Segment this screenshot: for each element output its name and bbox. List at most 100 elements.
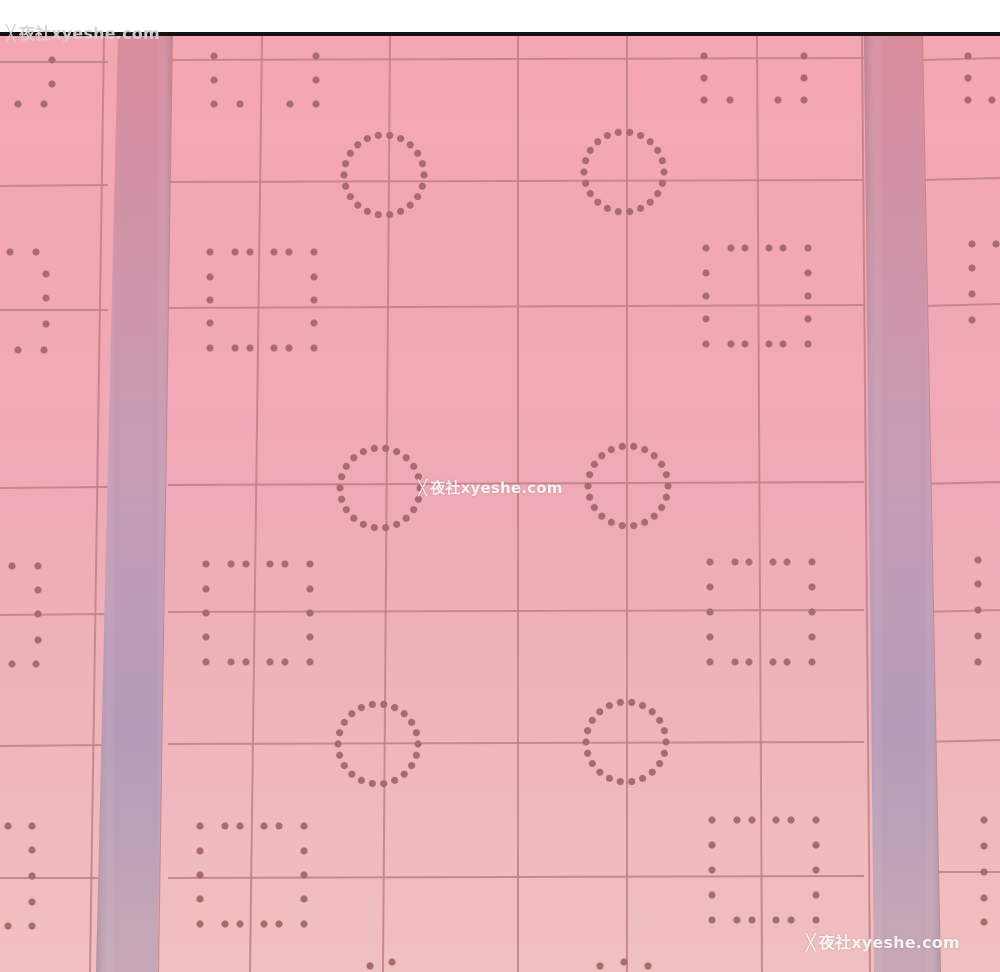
ornament-dot — [586, 471, 594, 479]
ornament-dot — [281, 560, 289, 568]
ornament-dot — [406, 201, 414, 209]
ornament-dot — [40, 100, 48, 108]
ornament-dot — [246, 344, 254, 352]
ornament-dot — [48, 56, 56, 64]
ornament-dot — [968, 316, 976, 324]
ornament-dot — [588, 716, 596, 724]
ornament-dot — [28, 872, 36, 880]
ornament-dot — [391, 704, 399, 712]
ornament-dot — [386, 131, 394, 140]
ornament-dot — [594, 138, 602, 146]
ornament-dot — [340, 171, 348, 179]
ornament-dot — [654, 190, 662, 198]
ornament-dot — [242, 658, 250, 666]
ornament-dot — [630, 521, 638, 530]
ornament-dot — [582, 157, 590, 165]
ornament-dot — [812, 916, 820, 924]
ornament-dot — [700, 52, 708, 60]
ornament-dot — [196, 895, 204, 903]
ornament-dot — [733, 816, 741, 824]
ornament-dot — [338, 473, 346, 481]
ornament-dot — [646, 138, 654, 146]
ornament-dot — [650, 452, 658, 460]
ornament-dot — [312, 100, 320, 108]
ornament-dot — [968, 264, 976, 272]
ornament-dot — [202, 658, 210, 666]
ornament-dot — [34, 562, 42, 570]
ornament-dot — [370, 523, 378, 532]
ornament-dot — [346, 149, 354, 157]
ornament-dot — [231, 248, 239, 256]
ornament-dot — [662, 493, 670, 501]
watermark-x-icon: ╳ — [418, 479, 428, 497]
ornament-dot — [700, 74, 708, 82]
ornament-dot — [350, 454, 358, 462]
ornament-dot — [266, 658, 274, 666]
ornament-dot — [968, 240, 976, 248]
ornament-dot — [359, 520, 367, 528]
ornament-dot — [648, 768, 656, 776]
ornament-dot — [363, 207, 371, 215]
ornament-dot — [594, 198, 602, 206]
ornament-dot — [596, 768, 604, 776]
ornament-dot — [731, 658, 739, 666]
ornament-dot — [616, 777, 624, 786]
ornament-dot — [787, 916, 795, 924]
ornament-dot — [745, 658, 753, 666]
ornament-dot — [628, 698, 636, 707]
ornament-dot — [342, 160, 350, 168]
ornament-dot — [406, 141, 414, 149]
ornament-dot — [8, 660, 16, 668]
ornament-dot — [731, 558, 739, 566]
ornament-dot — [340, 718, 348, 726]
ornament-dot — [660, 749, 668, 757]
ornament-dot — [336, 484, 344, 492]
ornament-dot — [260, 822, 268, 830]
ornament-dot — [393, 520, 401, 528]
ornament-dot — [618, 521, 626, 530]
ornament-dot — [270, 248, 278, 256]
ornament-dot — [386, 210, 394, 219]
ornament-dot — [210, 100, 218, 108]
ornament-dot — [808, 583, 816, 591]
ornament-dot — [727, 244, 735, 252]
tile-grid-horizontal — [0, 744, 109, 747]
ornament-dot — [342, 506, 350, 514]
ornament-dot — [656, 716, 664, 724]
watermark-top: ╳ 夜社xyeshe.com — [6, 20, 160, 44]
ornament-dot — [787, 816, 795, 824]
ornament-dot — [310, 319, 318, 327]
ornament-dot — [603, 204, 611, 212]
ornament-dot — [741, 244, 749, 252]
ornament-dot — [275, 822, 283, 830]
ornament-dot — [236, 920, 244, 928]
ornament-dot — [706, 558, 714, 566]
ornament-dot — [588, 760, 596, 768]
ornament-dot — [348, 770, 356, 778]
ornament-dot — [412, 729, 420, 737]
ornament-dot — [637, 204, 645, 212]
ornament-dot — [359, 448, 367, 456]
ornament-dot — [34, 636, 42, 644]
ornament-dot — [48, 80, 56, 88]
ornament-dot — [702, 244, 710, 252]
ornament-dot — [410, 462, 418, 470]
ornament-dot — [620, 958, 628, 966]
ornament-dot — [196, 822, 204, 830]
ornament-dot — [306, 658, 314, 666]
ornament-dot — [662, 471, 670, 479]
ornament-dot — [246, 248, 254, 256]
ornament-dot — [388, 958, 396, 966]
ornament-dot — [28, 822, 36, 830]
ornament-dot — [660, 168, 668, 176]
ornament-dot — [708, 916, 716, 924]
ornament-dot — [980, 894, 988, 902]
ornament-dot — [974, 658, 982, 666]
ornament-dot — [658, 179, 666, 187]
ornament-dot — [266, 560, 274, 568]
ornament-dot — [772, 816, 780, 824]
ornament-dot — [42, 320, 50, 328]
ornament-dot — [418, 182, 426, 190]
ornament-dot — [281, 658, 289, 666]
ornament-dot — [310, 273, 318, 281]
